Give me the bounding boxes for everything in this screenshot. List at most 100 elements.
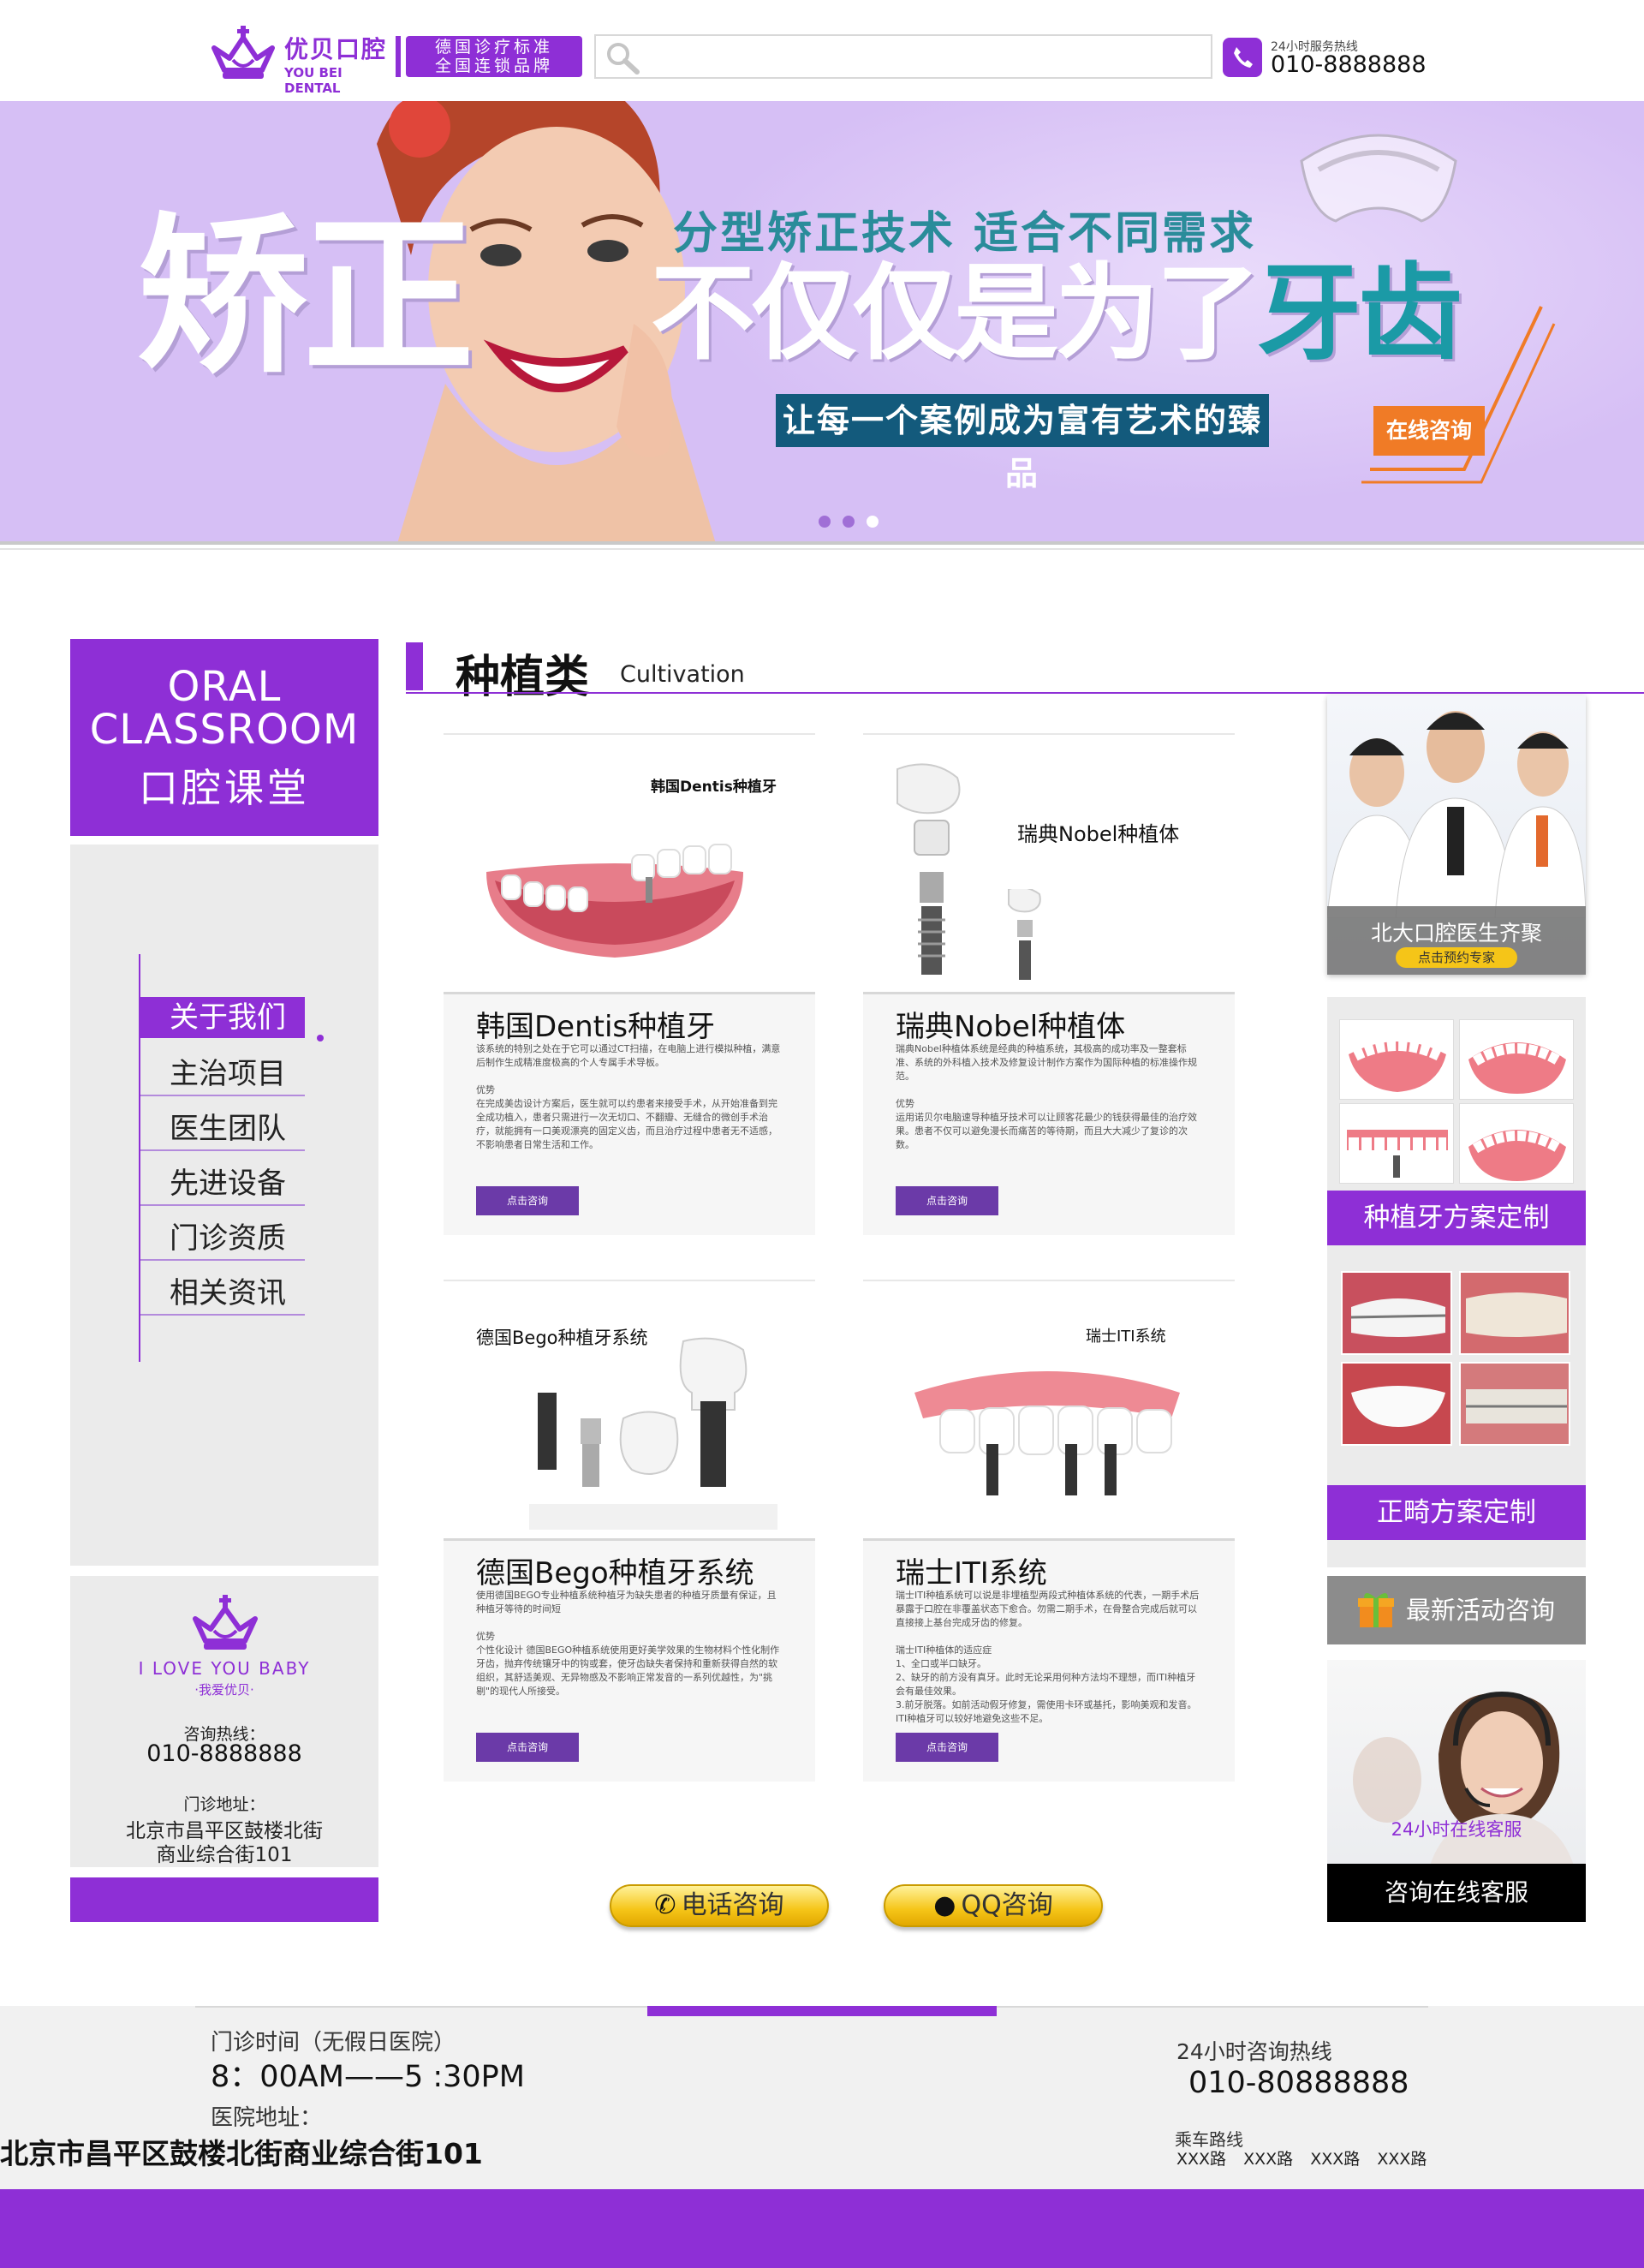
slide-dot[interactable] <box>819 516 831 528</box>
implant-screw-image <box>1008 889 1041 980</box>
braces-image <box>1341 1271 1452 1355</box>
search-input[interactable] <box>649 43 1197 72</box>
gift-icon <box>1358 1593 1394 1627</box>
bus-route: XXX路 <box>1377 2150 1427 2169</box>
crown-icon <box>193 1595 258 1650</box>
banner-big-text: 矫正 <box>137 198 474 397</box>
phone-icon <box>1223 38 1262 77</box>
consult-button[interactable]: 点击咨询 <box>476 1733 579 1762</box>
card-image-label: 韩国Dentis种植牙 <box>651 779 777 796</box>
phone-consult-label: 电话咨询 <box>681 1890 784 1920</box>
phone-consult-button[interactable]: ✆ 电话咨询 <box>610 1884 829 1927</box>
side-nav-equipment[interactable]: 先进设备 <box>140 1161 305 1206</box>
banner-tagline: 让每一个案例成为富有艺术的臻品 <box>776 394 1269 492</box>
sidebar-contact-panel: I LOVE YOU BABY ·我爱优贝· 咨询热线： 010-8888888… <box>70 1576 378 1867</box>
banner-headline-part1: 不仅仅是为了 <box>651 253 1260 374</box>
consult-button[interactable]: 点击咨询 <box>896 1186 998 1215</box>
card-description: 使用德国BEGO专业种植系统种植牙为缺失患者的种植牙质量有保证，且种植牙等待的时… <box>476 1590 780 1697</box>
service-24h-label: 24小时在线客服 <box>1391 1819 1522 1840</box>
logo[interactable]: 优贝口腔 YOU BEI DENTAL <box>206 24 399 96</box>
card-image: 韩国Dentis种植牙 <box>444 735 815 992</box>
footer-accent-bar <box>647 2006 997 2016</box>
braces-image <box>1341 1362 1452 1446</box>
side-nav-doctors[interactable]: 医生团队 <box>140 1107 305 1151</box>
classroom-cn: 口腔课堂 <box>139 765 310 811</box>
online-service-panel[interactable]: 24小时在线客服 咨询在线客服 <box>1327 1660 1586 1922</box>
teeth-model-image <box>1459 1019 1574 1100</box>
teeth-model-image <box>1339 1019 1454 1100</box>
footer-address: 北京市昌平区鼓楼北街商业综合街101 <box>0 2137 483 2170</box>
online-service-button[interactable]: 咨询在线客服 <box>1327 1864 1586 1922</box>
banner-divider-thin <box>0 548 1644 550</box>
slide-dots <box>815 516 884 529</box>
banner-consult-button[interactable]: 在线咨询 <box>1373 406 1485 456</box>
card-image: 瑞典Nobel种植体 <box>863 735 1235 992</box>
aligner-icon <box>1300 134 1457 223</box>
product-card[interactable]: 韩国Dentis种植牙 韩国Dentis种植牙 该系统的特别之处在于它可以通过C… <box>444 733 815 1235</box>
qq-consult-label: QQ咨询 <box>961 1890 1053 1920</box>
crown-logo-icon <box>211 26 275 79</box>
footer-bottom-bar <box>0 2189 1644 2268</box>
qq-consult-button[interactable]: ● QQ咨询 <box>884 1884 1103 1927</box>
header-hotline: 24小时服务热线 010-8888888 <box>1223 36 1480 81</box>
card-title: 德国Bego种植牙系统 <box>476 1556 754 1591</box>
iti-bridge-image <box>914 1371 1180 1495</box>
ortho-plan-button[interactable]: 正畸方案定制 <box>1327 1485 1586 1540</box>
plan-panel: 种植牙方案定制 正畸方案定制 <box>1327 997 1586 1567</box>
card-description: 瑞士ITI种植系统可以说是非埋植型两段式种植体系统的代表，一期手术后暴露于口腔在… <box>896 1590 1200 1724</box>
card-body: 德国Bego种植牙系统 使用德国BEGO专业种植系统种植牙为缺失患者的种植牙质量… <box>444 1538 815 1782</box>
header: 优贝口腔 YOU BEI DENTAL 德国诊疗标准 全国连锁品牌 24小时服务… <box>0 0 1644 101</box>
slide-dot-active[interactable] <box>867 516 879 528</box>
card-description: 瑞典Nobel种植体系统是经典的种植系统，其极高的成功率及一整套标准、系统的外科… <box>896 1043 1197 1150</box>
section-marker <box>406 642 423 690</box>
card-image-label: 瑞典Nobel种植体 <box>1017 822 1180 846</box>
contact-address-line2: 商业综合街101 <box>156 1844 293 1866</box>
hero-banner[interactable]: 矫正 分型矫正技术 适合不同需求 不仅仅是为了牙齿 让每一个案例成为富有艺术的臻… <box>0 101 1644 541</box>
card-image-label: 瑞士ITI系统 <box>1086 1328 1166 1346</box>
hotline-number: 010-8888888 <box>1271 51 1427 78</box>
banner-orange-lines <box>1361 306 1556 484</box>
card-body: 韩国Dentis种植牙 该系统的特别之处在于它可以通过CT扫描，在电脑上进行模拟… <box>444 992 815 1235</box>
book-expert-button[interactable]: 点击预约专家 <box>1396 947 1517 968</box>
implant-components-image <box>896 763 961 975</box>
side-nav-treatments[interactable]: 主治项目 <box>140 1052 305 1096</box>
latest-activity-button[interactable]: 最新活动咨询 <box>1327 1576 1586 1644</box>
classroom-en-line1: ORAL <box>167 663 282 711</box>
card-body: 瑞典Nobel种植体 瑞典Nobel种植体系统是经典的种植系统，其极高的成功率及… <box>863 992 1235 1235</box>
side-nav-about[interactable]: 关于我们 <box>140 997 305 1038</box>
side-nav-qualification[interactable]: 门诊资质 <box>140 1216 305 1261</box>
card-body: 瑞士ITI系统 瑞士ITI种植系统可以说是非埋植型两段式种植体系统的代表，一期手… <box>863 1538 1235 1782</box>
doctors-caption: 北大口腔医生齐聚 点击预约专家 <box>1327 906 1586 975</box>
side-nav-active-dot <box>317 1035 324 1041</box>
slogan-line-2: 全国连锁品牌 <box>434 57 553 75</box>
bus-route: XXX路 <box>1176 2150 1227 2169</box>
bus-route: XXX路 <box>1243 2150 1294 2169</box>
qq-penguin-icon: ● <box>933 1890 956 1920</box>
product-card[interactable]: 德国Bego种植牙系统 德国Bego种植牙系统 使用德国BEGO专业种植系统种植… <box>444 1280 815 1782</box>
consult-button[interactable]: 点击咨询 <box>476 1186 579 1215</box>
side-nav-news[interactable]: 相关资讯 <box>140 1271 305 1316</box>
consult-button[interactable]: 点击咨询 <box>896 1733 998 1762</box>
card-title: 瑞典Nobel种植体 <box>896 1010 1126 1044</box>
bego-implants-image <box>529 1337 777 1530</box>
slogan-line-1: 德国诊疗标准 <box>434 38 553 57</box>
sidebar-bottom-bar <box>70 1877 378 1922</box>
slide-dot[interactable] <box>843 516 855 528</box>
footer-hours: 8：00AM——5 :30PM <box>211 2060 525 2094</box>
footer-address-label: 医院地址： <box>211 2105 323 2131</box>
doctors-photo <box>1327 711 1586 918</box>
implant-plan-button[interactable]: 种植牙方案定制 <box>1327 1191 1586 1245</box>
footer-hotline-label: 24小时咨询热线 <box>1176 2039 1332 2064</box>
product-card[interactable]: 瑞士ITI系统 瑞士ITI系统 瑞士ITI种植系统可以说是非埋植型两段式种植体系… <box>863 1280 1235 1782</box>
teeth-model-image <box>1339 1103 1454 1184</box>
contact-address-label: 门诊地址： <box>183 1795 265 1814</box>
search-box <box>594 34 1212 79</box>
search-icon[interactable] <box>605 41 642 75</box>
footer: 门诊时间（无假日医院） 8：00AM——5 :30PM 医院地址： 北京市昌平区… <box>0 2006 1644 2189</box>
phone-icon: ✆ <box>654 1890 676 1920</box>
card-title: 韩国Dentis种植牙 <box>476 1010 716 1044</box>
slogan-badge: 德国诊疗标准 全国连锁品牌 <box>406 36 582 77</box>
doctors-panel[interactable]: 北大口腔医生齐聚 点击预约专家 <box>1327 695 1586 975</box>
banner-divider <box>0 541 1644 545</box>
product-card[interactable]: 瑞典Nobel种植体 瑞典Nobel种植体 瑞典Nobel种植体系统是经典的种植… <box>863 733 1235 1235</box>
